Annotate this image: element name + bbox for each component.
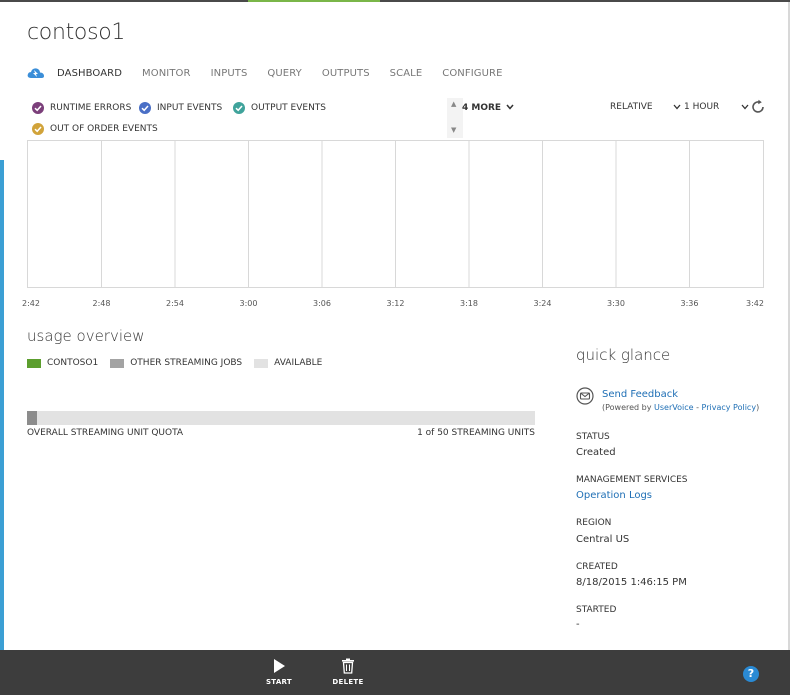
scroll-down-icon[interactable]: ▼ <box>451 126 456 134</box>
metric-label: OUTPUT EVENTS <box>251 103 327 113</box>
help-button[interactable]: ? <box>743 666 759 682</box>
legend-item-contoso1: CONTOSO1 <box>27 358 98 368</box>
chevron-down-icon <box>741 104 749 110</box>
feedback-icon[interactable] <box>576 387 594 405</box>
tab-dashboard[interactable]: DASHBOARD <box>57 68 122 79</box>
started-label: STARTED <box>576 605 617 615</box>
metric-runtime-errors[interactable]: RUNTIME ERRORS <box>32 102 131 114</box>
legend-swatch <box>254 358 269 368</box>
x-tick-label: 2:48 <box>92 299 111 308</box>
management-services-label: MANAGEMENT SERVICES <box>576 475 688 485</box>
tab-configure[interactable]: CONFIGURE <box>442 68 502 79</box>
powered-prefix: (Powered by <box>602 403 655 412</box>
x-tick-label: 3:06 <box>313 299 331 308</box>
command-bar: START DELETE <box>0 650 790 695</box>
send-feedback-link[interactable]: Send Feedback <box>602 389 678 400</box>
more-metrics-button[interactable]: 4 MORE <box>462 103 514 113</box>
metrics-scroller[interactable]: ▲ ▼ <box>447 98 463 138</box>
left-accent-bar <box>0 160 4 650</box>
legend-item-other-jobs: OTHER STREAMING JOBS <box>110 358 242 368</box>
usage-overview-title: usage overview <box>27 327 145 345</box>
start-label: START <box>265 678 293 686</box>
dashboard-nav: DASHBOARD MONITOR INPUTS QUERY OUTPUTS S… <box>27 64 523 82</box>
metric-label: OUT OF ORDER EVENTS <box>50 124 158 134</box>
x-tick-label: 3:18 <box>460 299 478 308</box>
started-value: - <box>576 619 580 630</box>
tab-inputs[interactable]: INPUTS <box>211 68 248 79</box>
chart-gridlines <box>101 141 690 287</box>
created-label: CREATED <box>576 562 618 572</box>
quota-label: OVERALL STREAMING UNIT QUOTA <box>27 428 184 438</box>
x-tick-label: 2:54 <box>166 299 184 308</box>
checkmark-icon <box>233 102 245 114</box>
metric-input-events[interactable]: INPUT EVENTS <box>139 102 222 114</box>
start-button[interactable]: START <box>254 658 304 686</box>
scroll-up-icon[interactable]: ▲ <box>451 100 456 108</box>
metric-label: RUNTIME ERRORS <box>50 103 132 113</box>
refresh-icon[interactable] <box>750 99 766 115</box>
quota-used-fill <box>27 411 38 425</box>
x-tick-label: 3:12 <box>386 299 405 308</box>
delete-label: DELETE <box>332 678 364 686</box>
tab-query[interactable]: QUERY <box>267 68 301 79</box>
created-value: 8/18/2015 1:46:15 PM <box>576 577 687 588</box>
quota-units: 1 of 50 STREAMING UNITS <box>417 428 535 438</box>
legend-label: CONTOSO1 <box>47 358 99 368</box>
status-label: STATUS <box>576 432 610 442</box>
x-tick-label: 3:42 <box>746 299 764 308</box>
trash-icon <box>342 658 354 674</box>
x-tick-label: 2:42 <box>22 299 40 308</box>
legend-item-available: AVAILABLE <box>254 358 322 368</box>
uservoice-link[interactable]: UserVoice <box>654 403 694 412</box>
loading-indicator <box>248 0 380 2</box>
x-tick-label: 3:24 <box>533 299 552 308</box>
tab-scale[interactable]: SCALE <box>390 68 423 79</box>
time-range-select[interactable]: 1 HOUR <box>684 102 749 112</box>
powered-suffix: ) <box>756 403 760 412</box>
status-value: Created <box>576 447 616 458</box>
time-range-value: 1 HOUR <box>684 102 720 112</box>
x-tick-label: 3:00 <box>239 299 258 308</box>
time-mode-value: RELATIVE <box>610 102 653 112</box>
quick-glance-title: quick glance <box>576 346 671 364</box>
tab-outputs[interactable]: OUTPUTS <box>322 68 370 79</box>
legend-swatch <box>110 358 125 368</box>
metric-label: INPUT EVENTS <box>157 103 223 113</box>
operation-logs-link[interactable]: Operation Logs <box>576 490 652 501</box>
streaming-unit-quota-bar <box>27 411 535 425</box>
x-tick-label: 3:30 <box>607 299 625 308</box>
metrics-chart <box>27 140 764 288</box>
more-metrics-label: 4 MORE <box>462 103 502 113</box>
separator: - <box>693 403 702 412</box>
region-value: Central US <box>576 534 630 545</box>
play-icon <box>274 659 285 673</box>
region-label: REGION <box>576 518 612 528</box>
help-icon: ? <box>747 667 755 680</box>
metric-out-of-order-events[interactable]: OUT OF ORDER EVENTS <box>32 123 158 135</box>
metric-output-events[interactable]: OUTPUT EVENTS <box>233 102 326 114</box>
chevron-down-icon <box>506 104 514 110</box>
privacy-policy-link[interactable]: Privacy Policy <box>702 403 757 412</box>
delete-button[interactable]: DELETE <box>323 658 373 686</box>
tab-monitor[interactable]: MONITOR <box>142 68 191 79</box>
top-bar <box>0 0 790 2</box>
legend-label: OTHER STREAMING JOBS <box>130 358 243 368</box>
feedback-powered-by: (Powered by UserVoice - Privacy Policy) <box>602 403 759 412</box>
chevron-down-icon <box>673 104 681 110</box>
stream-analytics-icon <box>27 68 44 78</box>
checkmark-icon <box>139 102 151 114</box>
checkmark-icon <box>32 102 44 114</box>
legend-label: AVAILABLE <box>274 358 323 368</box>
checkmark-icon <box>32 123 44 135</box>
x-tick-label: 3:36 <box>680 299 699 308</box>
time-mode-select[interactable]: RELATIVE <box>610 102 681 112</box>
page-title: contoso1 <box>27 20 126 45</box>
usage-legend: CONTOSO1 OTHER STREAMING JOBS AVAILABLE <box>27 358 334 368</box>
legend-swatch <box>27 358 41 368</box>
left-edge <box>0 2 4 134</box>
